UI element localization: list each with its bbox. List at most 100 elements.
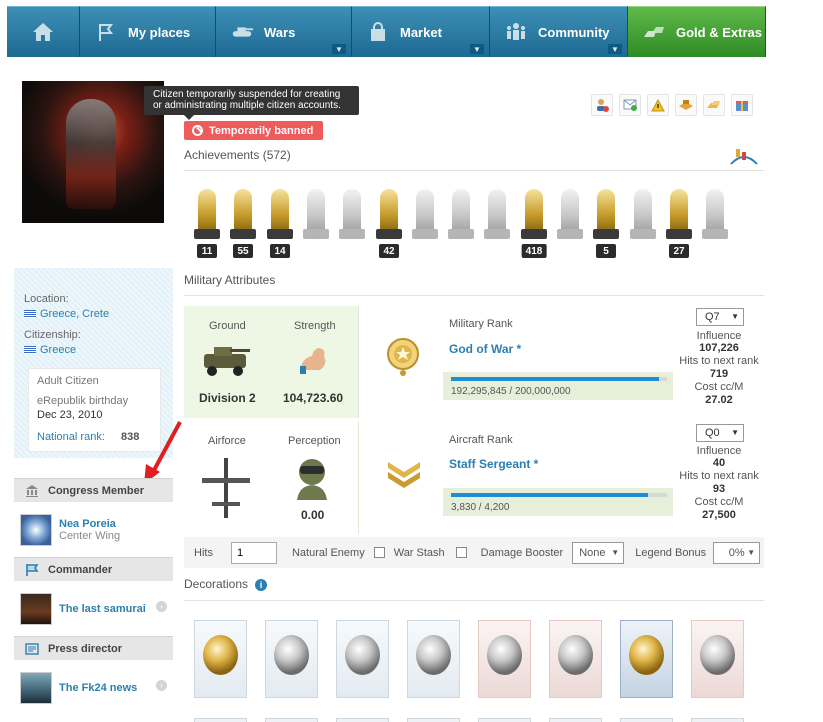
section-title: Press director	[48, 642, 122, 655]
chevron-down-icon[interactable]: ▼	[470, 44, 484, 54]
nav-label: Gold & Extras	[676, 24, 762, 40]
trophy-icon	[380, 189, 398, 231]
decoration[interactable]	[620, 718, 673, 722]
info-icon[interactable]: i	[255, 579, 267, 591]
decoration[interactable]	[194, 620, 247, 698]
achievement-badge[interactable]: 14	[263, 185, 297, 260]
flag-icon	[94, 20, 118, 44]
aircraft-rank-name[interactable]: Staff Sergeant *	[449, 457, 538, 471]
warning-icon[interactable]	[647, 94, 669, 116]
unit-logo	[20, 593, 52, 625]
newspaper-link[interactable]: The Fk24 news ›	[14, 660, 173, 716]
remove-friend-icon[interactable]	[591, 94, 613, 116]
aircraft-rank-box: Aircraft Rank Staff Sergeant * 3,830 / 4…	[358, 422, 676, 534]
newspaper-icon	[24, 642, 40, 655]
achievement-badge[interactable]	[698, 185, 732, 260]
decoration[interactable]	[336, 718, 389, 722]
hall-of-fame-icon[interactable]	[729, 146, 759, 166]
greece-flag-icon	[24, 310, 36, 318]
natural-enemy-checkbox[interactable]	[373, 547, 385, 558]
achievement-badge[interactable]: 5	[589, 185, 623, 260]
decoration[interactable]	[407, 718, 460, 722]
gift-icon[interactable]	[731, 94, 753, 116]
influence-value: 40	[712, 457, 726, 469]
achievement-badge[interactable]	[480, 185, 514, 260]
nav-community[interactable]: Community ▼	[490, 6, 628, 57]
home-icon	[31, 20, 55, 44]
chevron-down-icon[interactable]: ▼	[332, 44, 346, 54]
aircraft-rank-progress: 3,830 / 4,200	[443, 488, 673, 516]
unit-name[interactable]: The last samurai	[59, 603, 146, 615]
party-link[interactable]: Nea Poreia Center Wing	[14, 502, 173, 558]
legend-bonus-value[interactable]: 0%	[713, 541, 761, 564]
tank-icon	[204, 347, 250, 376]
achievement-badge[interactable]	[408, 185, 442, 260]
citizenship-link[interactable]: Greece	[24, 344, 76, 356]
decoration[interactable]	[478, 620, 531, 698]
party-name[interactable]: Nea Poreia	[59, 518, 120, 530]
decoration[interactable]	[691, 718, 744, 722]
achievement-badge[interactable]	[299, 185, 333, 260]
message-icon[interactable]	[619, 94, 641, 116]
red-arrow-annotation	[144, 421, 182, 484]
military-rank-name[interactable]: God of War *	[449, 342, 521, 356]
hits-label: Hits to next rank	[679, 355, 759, 367]
trophy-icon	[343, 189, 361, 231]
achievement-badge[interactable]: 55	[226, 185, 260, 260]
perception-label: Perception	[288, 435, 341, 447]
achievement-badge[interactable]: 27	[662, 185, 696, 260]
achievement-badge[interactable]	[553, 185, 587, 260]
hits-input[interactable]	[230, 541, 277, 564]
weapon-quality-select[interactable]: Q7	[696, 308, 744, 326]
achievement-badge[interactable]: 418	[517, 185, 551, 260]
military-unit-link[interactable]: The last samurai ›	[14, 581, 173, 637]
aircraft-quality-select[interactable]: Q0	[696, 424, 744, 442]
achievement-count: 42	[379, 244, 399, 258]
decoration[interactable]	[407, 620, 460, 698]
nav-my-places[interactable]: My places	[80, 6, 216, 57]
trophy-icon	[416, 189, 434, 231]
donate-money-icon[interactable]	[703, 94, 725, 116]
air-influence-box: Q0 Influence 40 Hits to next rank 93 Cos…	[676, 422, 762, 534]
achievement-badge[interactable]	[335, 185, 369, 260]
ban-badge: Temporarily banned	[184, 121, 323, 140]
military-rank-progress: 192,295,845 / 200,000,000	[443, 372, 673, 400]
decoration[interactable]	[691, 620, 744, 698]
national-rank-label[interactable]: National rank:	[37, 431, 105, 443]
decoration[interactable]	[549, 718, 602, 722]
war-stash-checkbox[interactable]	[455, 547, 467, 558]
nav-market[interactable]: Market ▼	[352, 6, 490, 57]
section-header: Commander	[14, 557, 173, 581]
divider	[184, 600, 764, 601]
trophy-icon	[597, 189, 615, 231]
birthday-label: eRepublik birthday	[37, 395, 129, 407]
decoration[interactable]	[478, 718, 531, 722]
location-link[interactable]: Greece, Crete	[24, 308, 109, 320]
chevron-right-icon[interactable]: ›	[156, 601, 167, 612]
influence-value: 107,226	[699, 342, 739, 354]
division-value: Division 2	[199, 391, 256, 405]
donate-items-icon[interactable]	[675, 94, 697, 116]
achievement-badge[interactable]: 42	[372, 185, 406, 260]
achievement-badge[interactable]	[626, 185, 660, 260]
citizenship-label: Citizenship:	[24, 329, 81, 341]
newspaper-logo	[20, 672, 52, 704]
decoration[interactable]	[336, 620, 389, 698]
decoration[interactable]	[549, 620, 602, 698]
chevron-down-icon[interactable]: ▼	[608, 44, 622, 54]
aircraft-icon	[202, 458, 250, 518]
decoration[interactable]	[194, 718, 247, 722]
section-title: Congress Member	[48, 484, 144, 497]
decoration[interactable]	[265, 718, 318, 722]
achievement-badge[interactable]: 11	[190, 185, 224, 260]
nav-gold-extras[interactable]: Gold & Extras	[628, 6, 766, 57]
chevron-right-icon[interactable]: ›	[156, 680, 167, 691]
damage-booster-select[interactable]: None	[572, 541, 625, 564]
ground-label: Ground	[209, 320, 246, 332]
nav-home[interactable]	[7, 6, 80, 57]
decoration[interactable]	[620, 620, 673, 698]
newspaper-name[interactable]: The Fk24 news	[59, 682, 137, 694]
achievement-badge[interactable]	[444, 185, 478, 260]
nav-wars[interactable]: Wars ▼	[216, 6, 352, 57]
decoration[interactable]	[265, 620, 318, 698]
